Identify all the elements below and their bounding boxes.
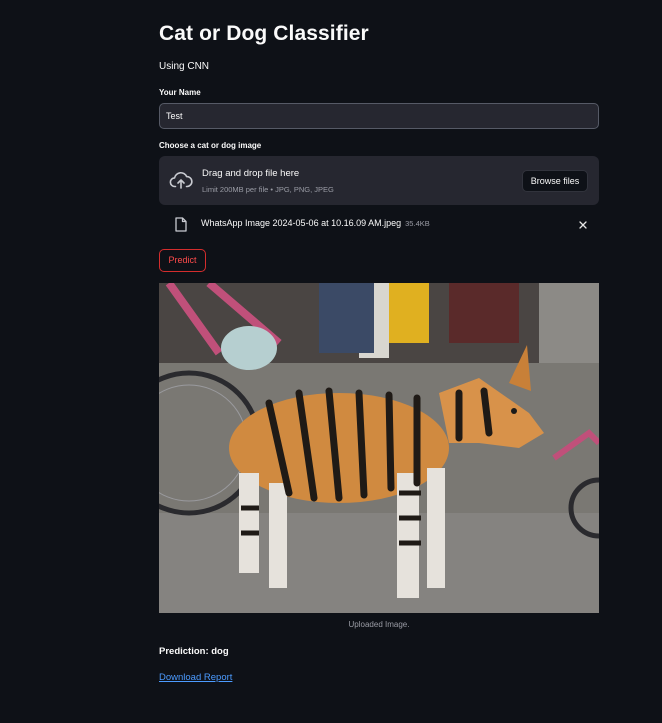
dropzone-limit-text: Limit 200MB per file • JPG, PNG, JPEG [202, 185, 334, 194]
close-icon[interactable] [579, 221, 587, 229]
uploaded-file-name: WhatsApp Image 2024-05-06 at 10.16.09 AM… [201, 218, 402, 228]
image-caption: Uploaded Image. [348, 620, 410, 629]
uploaded-file-size: 35.4KB [405, 219, 430, 228]
file-icon [175, 217, 187, 232]
uploader-label: Choose a cat or dog image [159, 141, 262, 150]
cloud-upload-icon [169, 171, 193, 189]
name-input[interactable] [159, 103, 599, 129]
uploaded-image [159, 283, 599, 613]
predict-button[interactable]: Predict [159, 249, 206, 272]
page-subtitle: Using CNN [159, 61, 210, 72]
browse-files-button[interactable]: Browse files [522, 170, 588, 192]
prediction-result: Prediction: dog [159, 646, 229, 657]
dropzone-instructions: Drag and drop file here [202, 168, 300, 179]
page-title: Cat or Dog Classifier [159, 22, 369, 45]
name-field-label: Your Name [159, 88, 201, 97]
download-report-link[interactable]: Download Report [159, 672, 232, 683]
uploaded-file-row: WhatsApp Image 2024-05-06 at 10.16.09 AM… [159, 212, 599, 238]
file-dropzone[interactable]: Drag and drop file here Limit 200MB per … [159, 156, 599, 205]
